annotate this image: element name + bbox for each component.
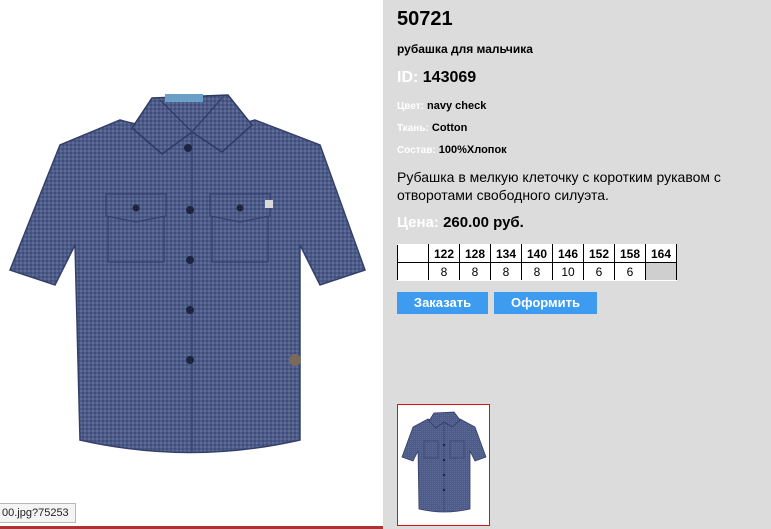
composition-value: 100%Хлопок (438, 144, 507, 156)
size-quantity-cell[interactable]: 8 (428, 262, 460, 281)
size-header-cell: 140 (521, 244, 553, 263)
size-quantity-cell[interactable]: 8 (459, 262, 491, 281)
color-label: Цвет: (397, 101, 424, 112)
product-description: Рубашка в мелкую клеточку с коротким рук… (397, 169, 721, 203)
size-header-cell: 152 (583, 244, 615, 263)
product-color: Цвет: navy check (397, 100, 486, 112)
size-header-row: 122 128 134 140 146 152 158 164 (397, 244, 677, 263)
size-quantity-row-label (397, 262, 429, 281)
size-header-cell: 158 (614, 244, 646, 263)
status-bar-url: 00.jpg?75253 (0, 503, 76, 523)
size-quantity-cell-unavailable (645, 262, 677, 281)
product-id-value: 143069 (422, 69, 477, 86)
size-quantity-cell[interactable]: 8 (521, 262, 553, 281)
size-header-cell: 164 (645, 244, 677, 263)
product-fabric: Ткань: Cotton (397, 122, 467, 134)
checkout-button[interactable]: Оформить (494, 292, 597, 314)
product-main-image[interactable] (0, 70, 383, 500)
product-info-panel: 50721 рубашка для мальчика ID: 143069 Цв… (383, 0, 771, 529)
size-quantity-cell[interactable]: 6 (583, 262, 615, 281)
fabric-label: Ткань: (397, 123, 429, 134)
product-price: Цена: 260.00 руб. (397, 214, 524, 231)
composition-label: Состав: (397, 145, 436, 156)
color-value: navy check (427, 100, 487, 112)
thumbnail-shirt-image (401, 411, 487, 513)
product-id: ID: 143069 (397, 69, 476, 87)
product-id-label: ID: (397, 69, 419, 86)
size-corner-cell (397, 244, 429, 263)
size-quantity-cell[interactable]: 6 (614, 262, 646, 281)
product-name: рубашка для мальчика (397, 42, 533, 56)
size-table: 122 128 134 140 146 152 158 164 8 8 8 8 … (397, 244, 677, 281)
size-header-cell: 134 (490, 244, 522, 263)
size-header-cell: 146 (552, 244, 584, 263)
size-quantity-cell[interactable]: 10 (552, 262, 584, 281)
price-value: 260.00 руб. (443, 214, 524, 231)
product-thumbnail[interactable] (397, 404, 490, 526)
price-label: Цена: (397, 214, 439, 231)
product-composition: Состав: 100%Хлопок (397, 144, 507, 156)
product-article: 50721 (397, 8, 453, 30)
size-header-cell: 128 (459, 244, 491, 263)
fabric-value: Cotton (431, 122, 468, 134)
size-header-cell: 122 (428, 244, 460, 263)
size-quantity-cell[interactable]: 8 (490, 262, 522, 281)
size-quantity-row: 8 8 8 8 10 6 6 (397, 262, 677, 281)
order-button[interactable]: Заказать (397, 292, 488, 314)
product-image-panel: 00.jpg?75253 (0, 0, 383, 529)
